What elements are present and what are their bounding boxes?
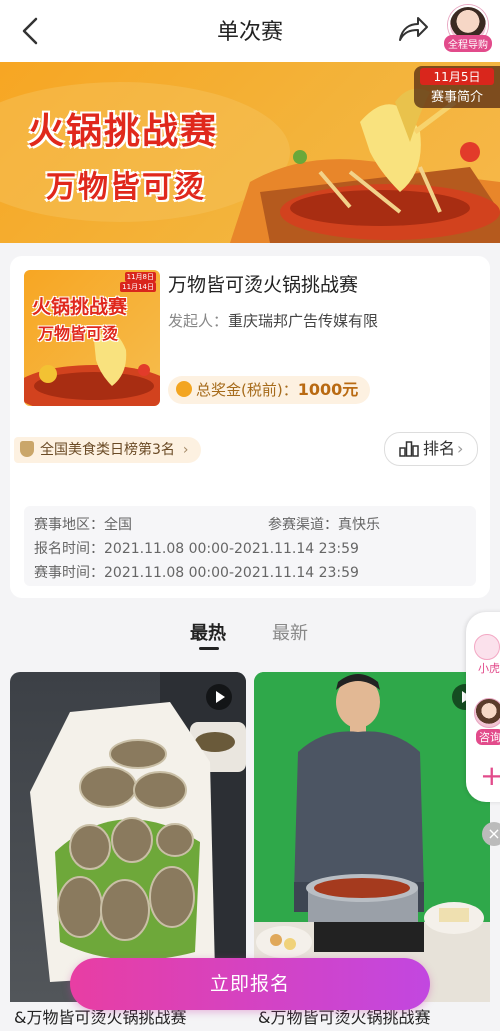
banner-title: 火锅挑战赛: [28, 111, 219, 152]
tiger-avatar-icon[interactable]: [474, 634, 500, 660]
event-time-value: 2021.11.08 00:00-2021.11.14 23:59: [104, 565, 359, 581]
consultant-avatar[interactable]: [474, 698, 500, 728]
video-card[interactable]: [254, 672, 490, 1002]
event-details: 赛事地区：全国 参赛渠道：真快乐 报名时间：2021.11.08 00:00-2…: [24, 506, 476, 586]
coin-icon: [176, 381, 192, 397]
organizer: 发起人：重庆瑞邦广告传媒有限: [168, 310, 378, 331]
cover-date-start: 11月8日: [124, 272, 156, 282]
share-icon: [399, 17, 428, 41]
rank-badge[interactable]: 全国美食类日榜第3名 ›: [14, 437, 201, 463]
signup-time-value: 2021.11.08 00:00-2021.11.14 23:59: [104, 541, 359, 557]
event-time-label: 赛事时间：: [34, 565, 104, 581]
region-value: 全国: [104, 517, 132, 533]
shopping-guide-button[interactable]: 全程导购: [444, 5, 492, 57]
play-icon: [206, 684, 232, 710]
organizer-label: 发起人：: [168, 312, 229, 330]
region-label: 赛事地区：: [34, 517, 104, 533]
chevron-right-icon: ›: [182, 442, 189, 458]
channel-row: 参赛渠道：真快乐: [268, 514, 380, 534]
rank-badge-label: 全国美食类日榜第3名: [40, 442, 175, 458]
ranking-icon: [399, 441, 419, 457]
event-time-row: 赛事时间：2021.11.08 00:00-2021.11.14 23:59: [34, 562, 359, 582]
cover-date-end: 11月14日: [120, 282, 156, 292]
share-button[interactable]: [396, 14, 430, 44]
signup-time-label: 报名时间：: [34, 541, 104, 557]
signup-button[interactable]: 立即报名: [70, 958, 430, 1010]
close-icon[interactable]: ×: [482, 822, 500, 846]
event-cover-image: 火锅挑战赛 万物皆可烫 11月8日 11月14日: [24, 270, 160, 406]
prize-label: 总奖金(税前)：: [196, 381, 298, 399]
sort-tabs: 最热 最新: [0, 605, 500, 665]
signup-time-row: 报名时间：2021.11.08 00:00-2021.11.14 23:59: [34, 538, 359, 558]
prize-pill: 总奖金(税前)：1000元: [168, 376, 371, 404]
event-info-card: 火锅挑战赛 万物皆可烫 11月8日 11月14日 万物皆可烫火锅挑战赛 发起人：…: [10, 256, 490, 598]
consult-label: 咨询: [476, 729, 500, 745]
tab-newest[interactable]: 最新: [272, 619, 308, 645]
organizer-name: 重庆瑞邦广告传媒有限: [228, 312, 379, 330]
ranking-button-label: 排名: [423, 439, 456, 458]
active-tab-indicator: [199, 647, 219, 650]
channel-label: 参赛渠道：: [268, 517, 338, 533]
channel-value: 真快乐: [338, 517, 380, 533]
banner-subtitle: 万物皆可烫: [46, 170, 206, 205]
video-card[interactable]: [10, 672, 246, 1002]
video-thumbnail: [30, 672, 246, 1002]
tab-hottest[interactable]: 最热: [190, 619, 226, 645]
prize-amount: 1000元: [297, 380, 359, 399]
event-intro-button[interactable]: 11月5日 赛事简介: [414, 66, 500, 108]
chevron-right-icon: ›: [457, 439, 464, 458]
region-row: 赛事地区：全国: [34, 514, 132, 534]
event-name: 万物皆可烫火锅挑战赛: [168, 274, 359, 296]
medal-icon: [20, 440, 34, 457]
plus-icon[interactable]: +: [480, 762, 500, 790]
video-thumbnail: [254, 672, 490, 1002]
ranking-button[interactable]: 排名 ›: [384, 432, 478, 466]
floating-side-panel: 小虎 咨询 +: [466, 612, 500, 802]
guide-label: 全程导购: [444, 35, 492, 52]
event-date-tag: 11月5日: [420, 68, 494, 85]
cover-subtitle: 万物皆可烫: [38, 324, 119, 343]
side-item-label: 小虎: [478, 662, 500, 675]
cover-title: 火锅挑战赛: [32, 296, 128, 318]
top-bar: 单次赛 全程导购: [0, 0, 500, 62]
event-intro-label: 赛事简介: [430, 90, 483, 105]
